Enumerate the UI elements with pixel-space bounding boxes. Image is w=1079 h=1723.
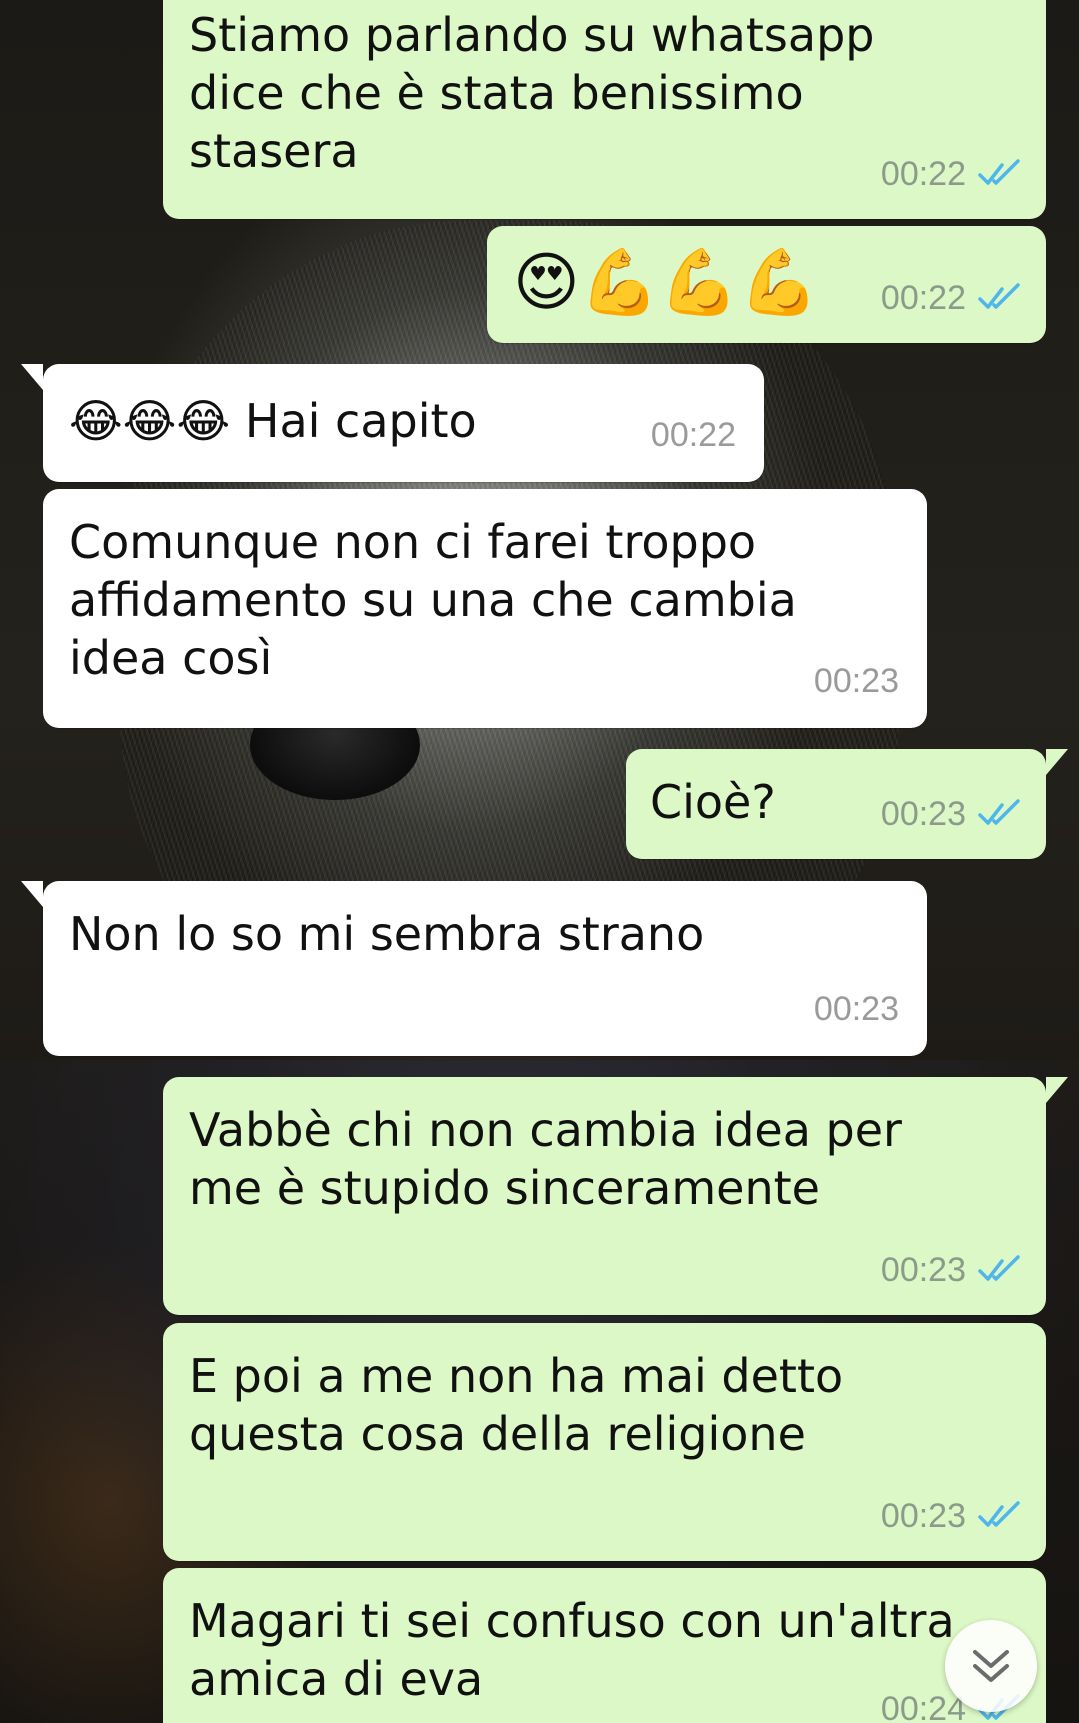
message-bubble-incoming[interactable]: Comunque non ci farei troppo affidamento…: [43, 489, 927, 728]
message-meta: 00:23: [881, 1487, 1022, 1545]
double-check-icon: [978, 159, 1020, 185]
message-bubble-incoming[interactable]: 😂😂😂 Hai capito 00:22: [21, 364, 764, 482]
message-list[interactable]: Stiamo parlando su whatsapp dice che è s…: [0, 0, 1079, 1723]
message-bubble-outgoing[interactable]: 😍💪💪💪 00:22: [487, 226, 1046, 343]
message-meta: 00:23: [814, 652, 899, 710]
message-bubble-outgoing[interactable]: E poi a me non ha mai detto questa cosa …: [163, 1323, 1046, 1561]
message-meta: 00:23: [881, 1241, 1022, 1299]
message-bubble-outgoing[interactable]: Cioè? 00:23: [626, 749, 1068, 859]
message-bubble-incoming[interactable]: Non lo so mi sembra strano 00:23: [21, 881, 927, 1056]
message-meta: 00:22: [881, 145, 1022, 203]
message-meta: 00:23: [881, 785, 1022, 843]
double-check-icon: [978, 799, 1020, 825]
message-time: 00:22: [880, 279, 966, 317]
scroll-to-bottom-button[interactable]: [945, 1620, 1037, 1712]
message-text: Cioè?: [650, 775, 776, 829]
message-text: Vabbè chi non cambia idea per me è stupi…: [189, 1103, 902, 1215]
message-time: 00:23: [880, 1251, 966, 1289]
message-meta: 00:22: [651, 406, 736, 464]
message-text: Non lo so mi sembra strano: [69, 907, 705, 961]
message-text: Magari ti sei confuso con un'altra amica…: [189, 1594, 955, 1706]
message-text: Stiamo parlando su whatsapp dice che è s…: [189, 8, 875, 178]
message-time: 00:23: [813, 662, 899, 700]
message-bubble-outgoing[interactable]: Stiamo parlando su whatsapp dice che è s…: [163, 0, 1046, 219]
message-time: 00:23: [813, 990, 899, 1028]
message-bubble-outgoing[interactable]: Vabbè chi non cambia idea per me è stupi…: [163, 1077, 1068, 1315]
message-meta: 00:23: [814, 980, 899, 1038]
message-text: E poi a me non ha mai detto questa cosa …: [189, 1349, 844, 1461]
message-time: 00:23: [880, 795, 966, 833]
double-check-icon: [978, 1255, 1020, 1281]
message-text: 😂😂😂 Hai capito: [69, 394, 477, 448]
message-time: 00:22: [650, 416, 736, 454]
chevron-double-down-icon: [973, 1650, 1009, 1682]
message-time: 00:22: [880, 155, 966, 193]
message-bubble-outgoing[interactable]: Magari ti sei confuso con un'altra amica…: [163, 1568, 1046, 1723]
double-check-icon: [978, 283, 1020, 309]
double-check-icon: [978, 1501, 1020, 1527]
message-meta: 00:22: [881, 269, 1022, 327]
message-time: 00:23: [880, 1497, 966, 1535]
message-text: Comunque non ci farei troppo affidamento…: [69, 515, 797, 685]
message-text: 😍💪💪💪: [513, 246, 819, 320]
